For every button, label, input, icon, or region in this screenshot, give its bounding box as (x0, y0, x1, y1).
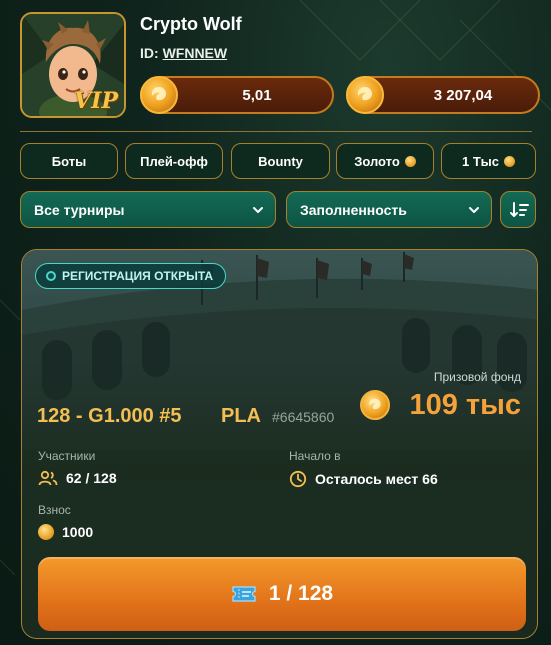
gold-coin-icon (140, 76, 178, 114)
gold-coin-icon (360, 390, 390, 420)
filter-chips: Боты Плей-офф Bounty Золото 1 Тыс (20, 143, 536, 179)
filter-chip-playoff[interactable]: Плей-офф (125, 143, 223, 179)
join-tournament-button[interactable]: 1 / 128 (38, 557, 526, 631)
filter-chip-gold[interactable]: Золото (336, 143, 434, 179)
profile-header: VIP Crypto Wolf ID: WFNNEW 5,01 3 207,04 (20, 12, 540, 120)
balance-primary[interactable]: 5,01 (140, 76, 334, 114)
prize-pool-value: 109 тыс (409, 389, 521, 421)
filter-chip-label: Золото (354, 153, 400, 169)
fill-dropdown-value: Заполненность (300, 202, 407, 218)
participants-label: Участники (38, 449, 96, 463)
entry-fee-amount: 1000 (62, 524, 94, 540)
start-label: Начало в (289, 449, 341, 463)
start-value: Осталось мест 66 (289, 470, 438, 488)
entry-fee-value: 1000 (38, 524, 93, 540)
registration-status-badge: РЕГИСТРАЦИЯ ОТКРЫТА (35, 263, 227, 289)
ticket-icon (232, 586, 256, 602)
avatar[interactable]: VIP (20, 12, 126, 118)
gold-coin-icon (503, 155, 515, 167)
chevron-down-icon (469, 207, 479, 213)
filter-chip-label: 1 Тыс (462, 153, 499, 169)
tournament-game: PLA (221, 405, 261, 427)
filter-chip-1k[interactable]: 1 Тыс (441, 143, 536, 179)
participants-value: 62 / 128 (38, 470, 117, 486)
sort-icon (510, 202, 529, 217)
tournament-number: #6645860 (272, 409, 335, 425)
prize-pool-label: Призовой фонд (433, 370, 521, 384)
filter-chip-label: Боты (51, 153, 87, 169)
tournaments-dropdown[interactable]: Все турниры (20, 191, 276, 228)
tournament-name: 128 - G1.000 #5 (37, 405, 182, 427)
sort-button[interactable] (500, 191, 536, 228)
gold-coin-icon (346, 76, 384, 114)
users-icon (38, 470, 58, 486)
balance-primary-amount: 5,01 (242, 87, 272, 104)
user-id-label: ID: (140, 45, 159, 61)
balance-secondary-amount: 3 207,04 (433, 87, 493, 104)
user-id: ID: WFNNEW (140, 45, 227, 61)
fill-dropdown[interactable]: Заполненность (286, 191, 492, 228)
gold-coin-icon (38, 524, 54, 540)
tournaments-dropdown-value: Все турниры (34, 202, 125, 218)
entry-fee-label: Взнос (38, 503, 71, 517)
filter-chip-label: Плей-офф (140, 153, 208, 169)
vip-badge: VIP (74, 88, 118, 114)
filter-chip-bots[interactable]: Боты (20, 143, 118, 179)
participants-count: 62 / 128 (66, 470, 117, 486)
filter-chip-bounty[interactable]: Bounty (231, 143, 330, 179)
user-id-value[interactable]: WFNNEW (163, 45, 228, 61)
tournament-card[interactable]: РЕГИСТРАЦИЯ ОТКРЫТА Призовой фонд 109 ты… (21, 249, 538, 639)
balance-secondary[interactable]: 3 207,04 (346, 76, 540, 114)
header-divider (20, 131, 532, 132)
registration-status-text: РЕГИСТРАЦИЯ ОТКРЫТА (62, 269, 214, 283)
join-button-label: 1 / 128 (268, 582, 334, 605)
gold-coin-icon (404, 155, 416, 167)
clock-icon (289, 470, 307, 488)
filter-chip-label: Bounty (258, 153, 303, 169)
username: Crypto Wolf (140, 14, 242, 34)
seats-left-text: Осталось мест 66 (315, 471, 438, 487)
chevron-down-icon (253, 207, 263, 213)
status-dot-icon (46, 271, 56, 281)
